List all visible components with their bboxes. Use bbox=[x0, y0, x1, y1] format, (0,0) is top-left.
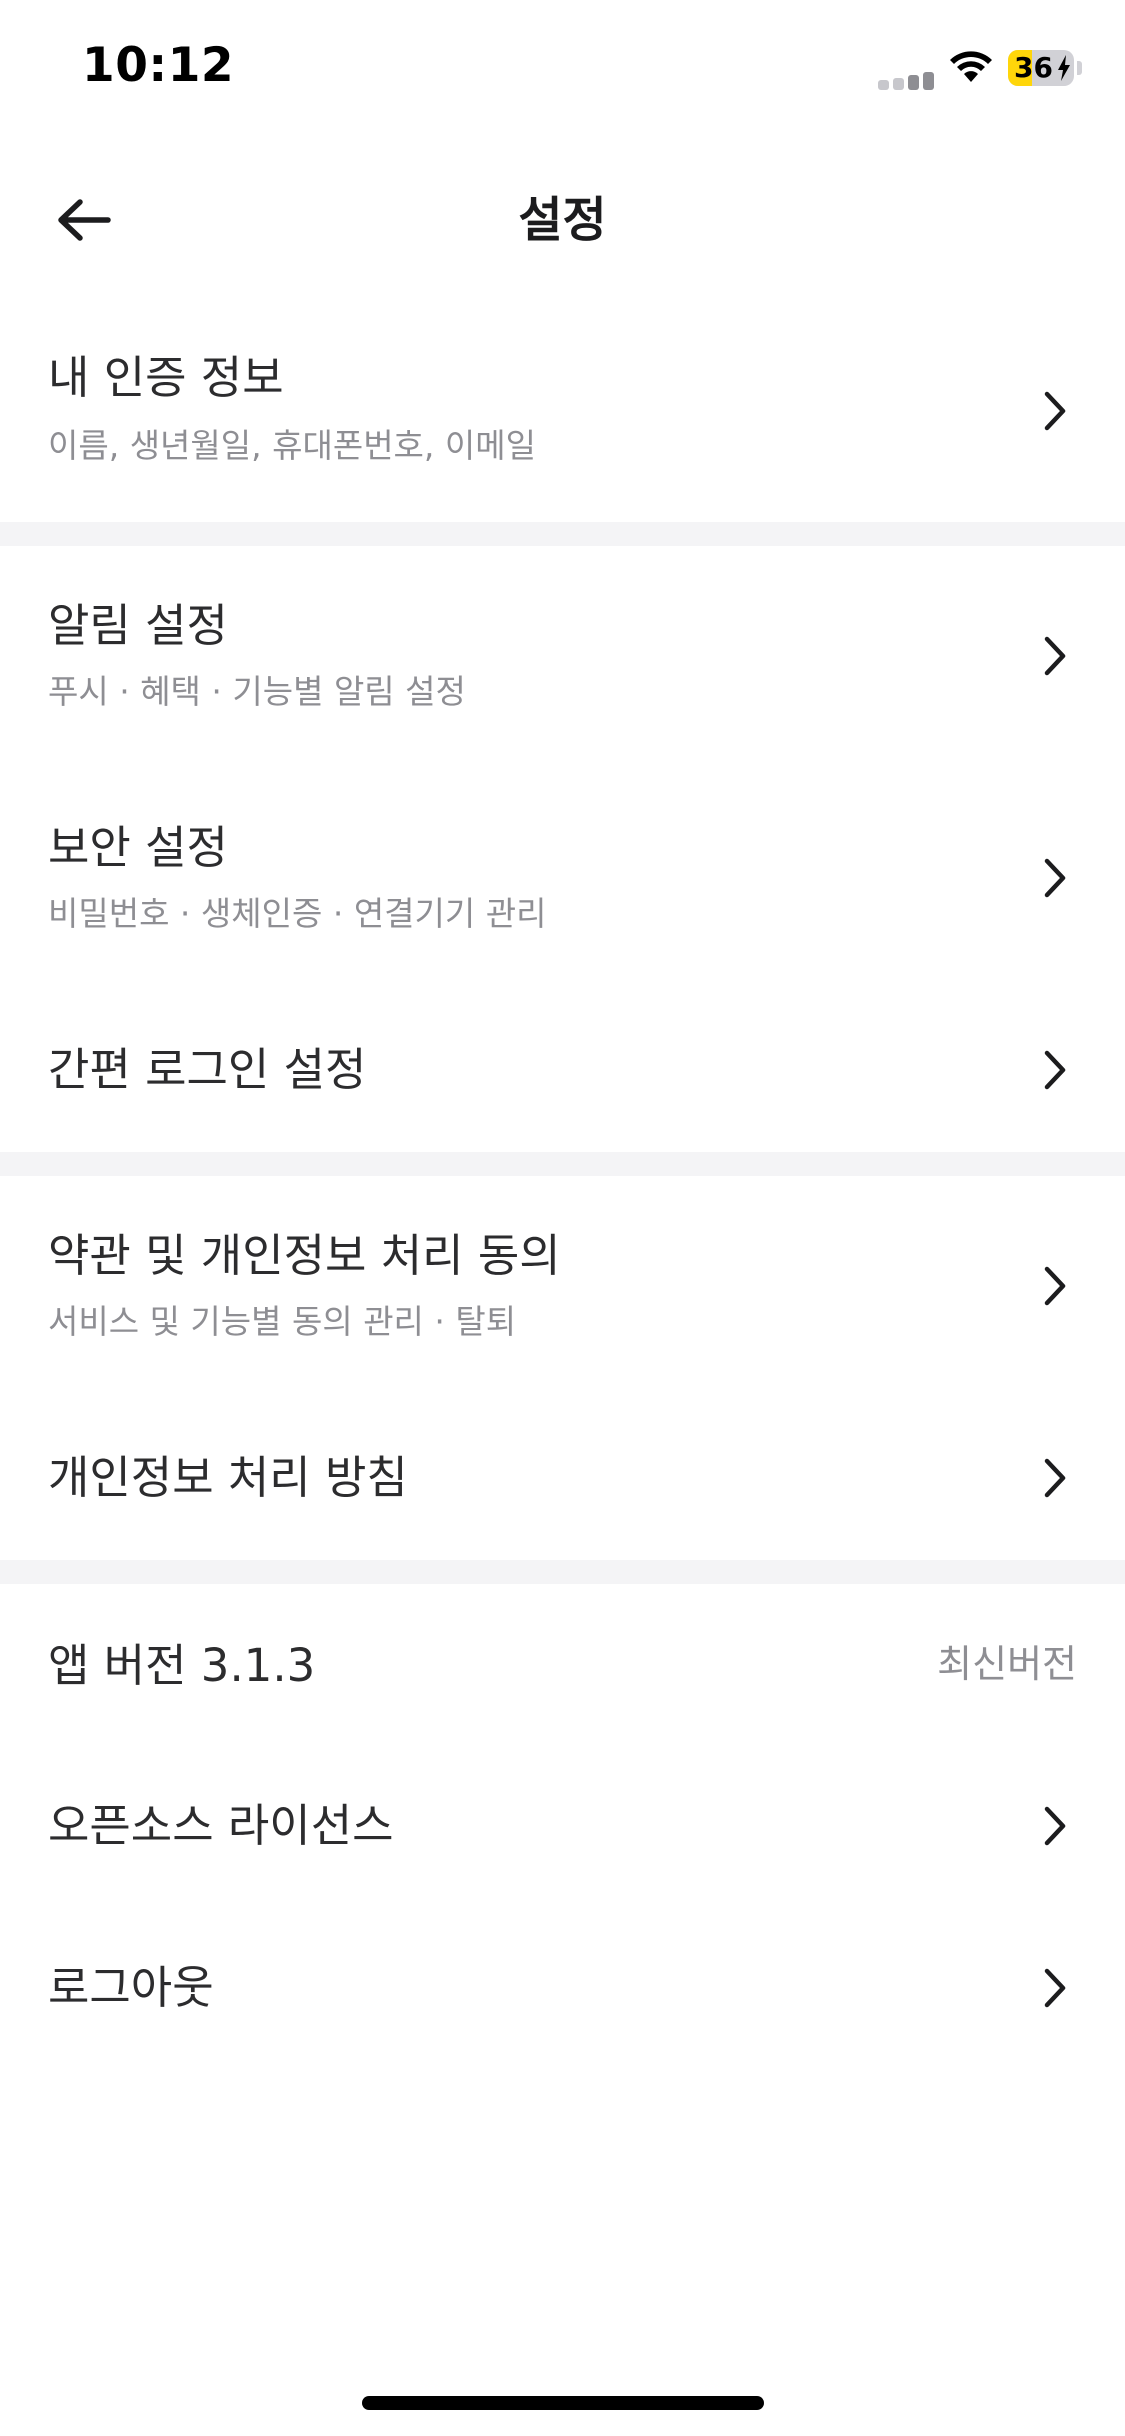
settings-row-logout[interactable]: 로그아웃 bbox=[0, 1908, 1125, 2070]
signal-bar bbox=[893, 78, 904, 90]
row-title: 내 인증 정보 bbox=[48, 351, 284, 404]
chevron-right-icon bbox=[1044, 1806, 1066, 1846]
battery-level: 36 bbox=[1014, 51, 1053, 84]
row-title: 개인정보 처리 방침 bbox=[48, 1451, 408, 1504]
row-title: 앱 버전 3.1.3 bbox=[48, 1639, 316, 1692]
settings-row-auth-info[interactable]: 내 인증 정보 이름, 생년월일, 휴대폰번호, 이메일 bbox=[0, 300, 1125, 522]
settings-row-privacy-policy[interactable]: 개인정보 처리 방침 bbox=[0, 1398, 1125, 1560]
settings-row-easy-login[interactable]: 간편 로그인 설정 bbox=[0, 990, 1125, 1152]
row-subtitle: 푸시 · 혜택 · 기능별 알림 설정 bbox=[48, 672, 466, 711]
signal-icon bbox=[878, 70, 934, 90]
page-title: 설정 bbox=[518, 192, 607, 248]
status-bar: 10:12 36 bbox=[0, 0, 1125, 140]
section-divider bbox=[0, 1560, 1125, 1584]
section-divider bbox=[0, 1152, 1125, 1176]
nav-bar: 설정 bbox=[0, 140, 1125, 290]
settings-row-terms-consent[interactable]: 약관 및 개인정보 처리 동의 서비스 및 기능별 동의 관리 · 탈퇴 bbox=[0, 1176, 1125, 1398]
settings-screen: 10:12 36 설정 내 인증 정보 이름, 생년월일, 휴대폰번호, 이메일… bbox=[0, 0, 1125, 2436]
chevron-right-icon bbox=[1044, 1266, 1066, 1306]
settings-row-security[interactable]: 보안 설정 비밀번호 · 생체인증 · 연결기기 관리 bbox=[0, 768, 1125, 990]
row-subtitle: 비밀번호 · 생체인증 · 연결기기 관리 bbox=[48, 894, 547, 933]
status-time: 10:12 bbox=[82, 38, 235, 93]
row-title: 약관 및 개인정보 처리 동의 bbox=[48, 1229, 561, 1282]
signal-bar bbox=[878, 80, 889, 90]
signal-bar bbox=[923, 72, 934, 90]
battery-cap bbox=[1077, 61, 1082, 75]
chevron-right-icon bbox=[1044, 858, 1066, 898]
chevron-right-icon bbox=[1044, 1968, 1066, 2008]
chevron-right-icon bbox=[1044, 636, 1066, 676]
chevron-right-icon bbox=[1044, 1050, 1066, 1090]
battery-icon: 36 bbox=[1008, 50, 1074, 86]
signal-bar bbox=[908, 75, 919, 90]
row-subtitle: 이름, 생년월일, 휴대폰번호, 이메일 bbox=[48, 426, 536, 465]
chevron-right-icon bbox=[1044, 1458, 1066, 1498]
section-divider bbox=[0, 522, 1125, 546]
version-status: 최신버전 bbox=[937, 1642, 1077, 1686]
charging-bolt-icon bbox=[1058, 55, 1070, 81]
row-title: 로그아웃 bbox=[48, 1961, 214, 2014]
row-title: 오픈소스 라이선스 bbox=[48, 1799, 394, 1852]
settings-row-notifications[interactable]: 알림 설정 푸시 · 혜택 · 기능별 알림 설정 bbox=[0, 546, 1125, 768]
row-subtitle: 서비스 및 기능별 동의 관리 · 탈퇴 bbox=[48, 1302, 517, 1341]
settings-row-open-source[interactable]: 오픈소스 라이선스 bbox=[0, 1746, 1125, 1908]
wifi-icon bbox=[950, 51, 992, 82]
row-title: 보안 설정 bbox=[48, 821, 228, 874]
row-title: 간편 로그인 설정 bbox=[48, 1043, 367, 1096]
row-title: 알림 설정 bbox=[48, 599, 228, 652]
home-indicator[interactable] bbox=[362, 2396, 764, 2410]
chevron-right-icon bbox=[1044, 391, 1066, 431]
settings-row-app-version: 앱 버전 3.1.3 최신버전 bbox=[0, 1584, 1125, 1746]
